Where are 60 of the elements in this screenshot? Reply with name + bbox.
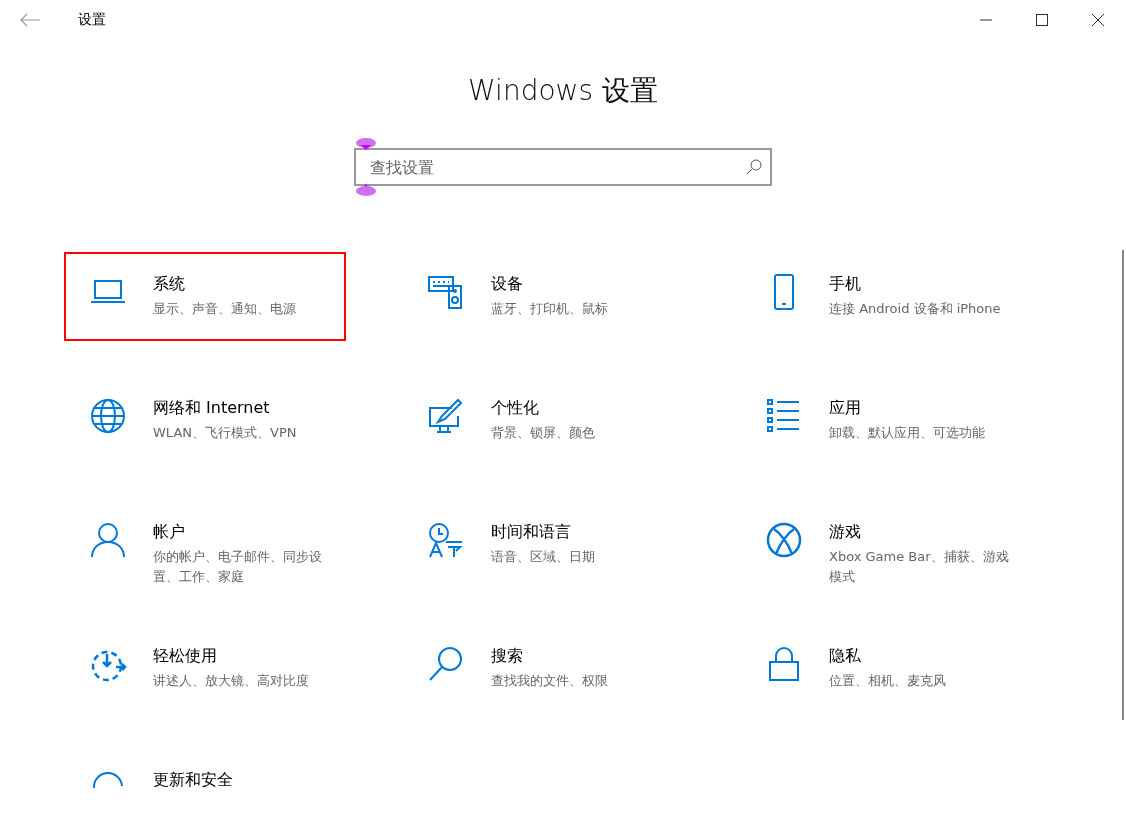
tile-title: 帐户 — [153, 522, 186, 543]
keyboard-speaker-icon — [428, 276, 462, 309]
close-icon[interactable] — [1092, 14, 1104, 26]
tile-title: 系统 — [153, 274, 186, 295]
tile-title: 搜索 — [491, 646, 524, 667]
globe-icon — [91, 399, 125, 433]
xbox-icon — [766, 522, 802, 558]
padlock-icon — [769, 647, 799, 681]
settings-tile[interactable]: 轻松使用 讲述人、放大镜、高对比度 — [64, 624, 346, 713]
search-icon[interactable] — [746, 159, 762, 175]
tile-title: 个性化 — [491, 398, 540, 419]
settings-tile[interactable]: 个性化 背景、锁屏、颜色 — [402, 376, 684, 465]
tile-title: 设备 — [491, 274, 524, 295]
tile-description: 你的帐户、电子邮件、同步设置、工作、家庭 — [153, 548, 323, 586]
settings-tile[interactable]: 搜索 查找我的文件、权限 — [402, 624, 684, 713]
back-icon[interactable] — [20, 13, 40, 27]
list-icon — [767, 399, 800, 432]
settings-tile[interactable]: 隐私 位置、相机、麦克风 — [740, 624, 1022, 713]
tile-description: 连接 Android 设备和 iPhone — [829, 300, 1001, 318]
settings-tile[interactable]: 设备 蓝牙、打印机、鼠标 — [402, 252, 684, 341]
tile-title: 游戏 — [829, 522, 862, 543]
tile-title: 网络和 Internet — [153, 398, 271, 419]
settings-tile[interactable]: 游戏 Xbox Game Bar、捕获、游戏模式 — [740, 500, 1022, 589]
tile-description: 位置、相机、麦克风 — [829, 672, 946, 690]
settings-tile[interactable]: 时间和语言 语音、区域、日期 — [402, 500, 684, 589]
search-field[interactable]: 查找设置 — [354, 148, 772, 186]
scrollbar[interactable] — [1122, 250, 1124, 720]
phone-icon — [774, 274, 794, 310]
tile-title: 时间和语言 — [491, 522, 572, 543]
monitor-brush-icon — [429, 398, 463, 433]
maximize-icon[interactable] — [1036, 14, 1048, 26]
clock-letter-icon — [429, 523, 463, 558]
tile-description: 蓝牙、打印机、鼠标 — [491, 300, 608, 318]
tile-description: Xbox Game Bar、捕获、游戏模式 — [829, 548, 1010, 586]
settings-tile[interactable]: 网络和 Internet WLAN、飞行模式、VPN — [64, 376, 346, 465]
tile-description: 显示、声音、通知、电源 — [153, 300, 296, 318]
tile-description: 背景、锁屏、颜色 — [491, 424, 595, 442]
settings-tile[interactable]: 系统 显示、声音、通知、电源 — [64, 252, 346, 341]
tile-description: 语音、区域、日期 — [491, 548, 595, 566]
person-icon — [91, 523, 125, 558]
tile-description: 卸载、默认应用、可选功能 — [829, 424, 985, 442]
dashed-clock-icon — [91, 650, 127, 682]
page-heading: Windows 设置 — [467, 73, 659, 109]
tile-description: WLAN、飞行模式、VPN — [153, 424, 297, 442]
selection-handle-icon[interactable] — [356, 184, 376, 196]
settings-tile[interactable]: 手机 连接 Android 设备和 iPhone — [740, 252, 1022, 341]
refresh-icon — [93, 771, 123, 789]
tile-description: 讲述人、放大镜、高对比度 — [153, 672, 309, 690]
tile-title: 应用 — [829, 398, 862, 419]
laptop-icon — [90, 280, 126, 303]
settings-tile[interactable]: 帐户 你的帐户、电子邮件、同步设置、工作、家庭 — [64, 500, 346, 589]
tile-description: 查找我的文件、权限 — [491, 672, 608, 690]
settings-tile[interactable]: 应用 卸载、默认应用、可选功能 — [740, 376, 1022, 465]
tile-title: 轻松使用 — [153, 646, 218, 667]
tile-title: 隐私 — [829, 646, 862, 667]
tile-title: 手机 — [829, 274, 862, 295]
window-title: 设置 — [78, 11, 106, 29]
settings-tile[interactable]: 更新和安全 — [64, 748, 346, 813]
tile-title: 更新和安全 — [153, 770, 233, 791]
magnifier-icon — [429, 647, 462, 681]
